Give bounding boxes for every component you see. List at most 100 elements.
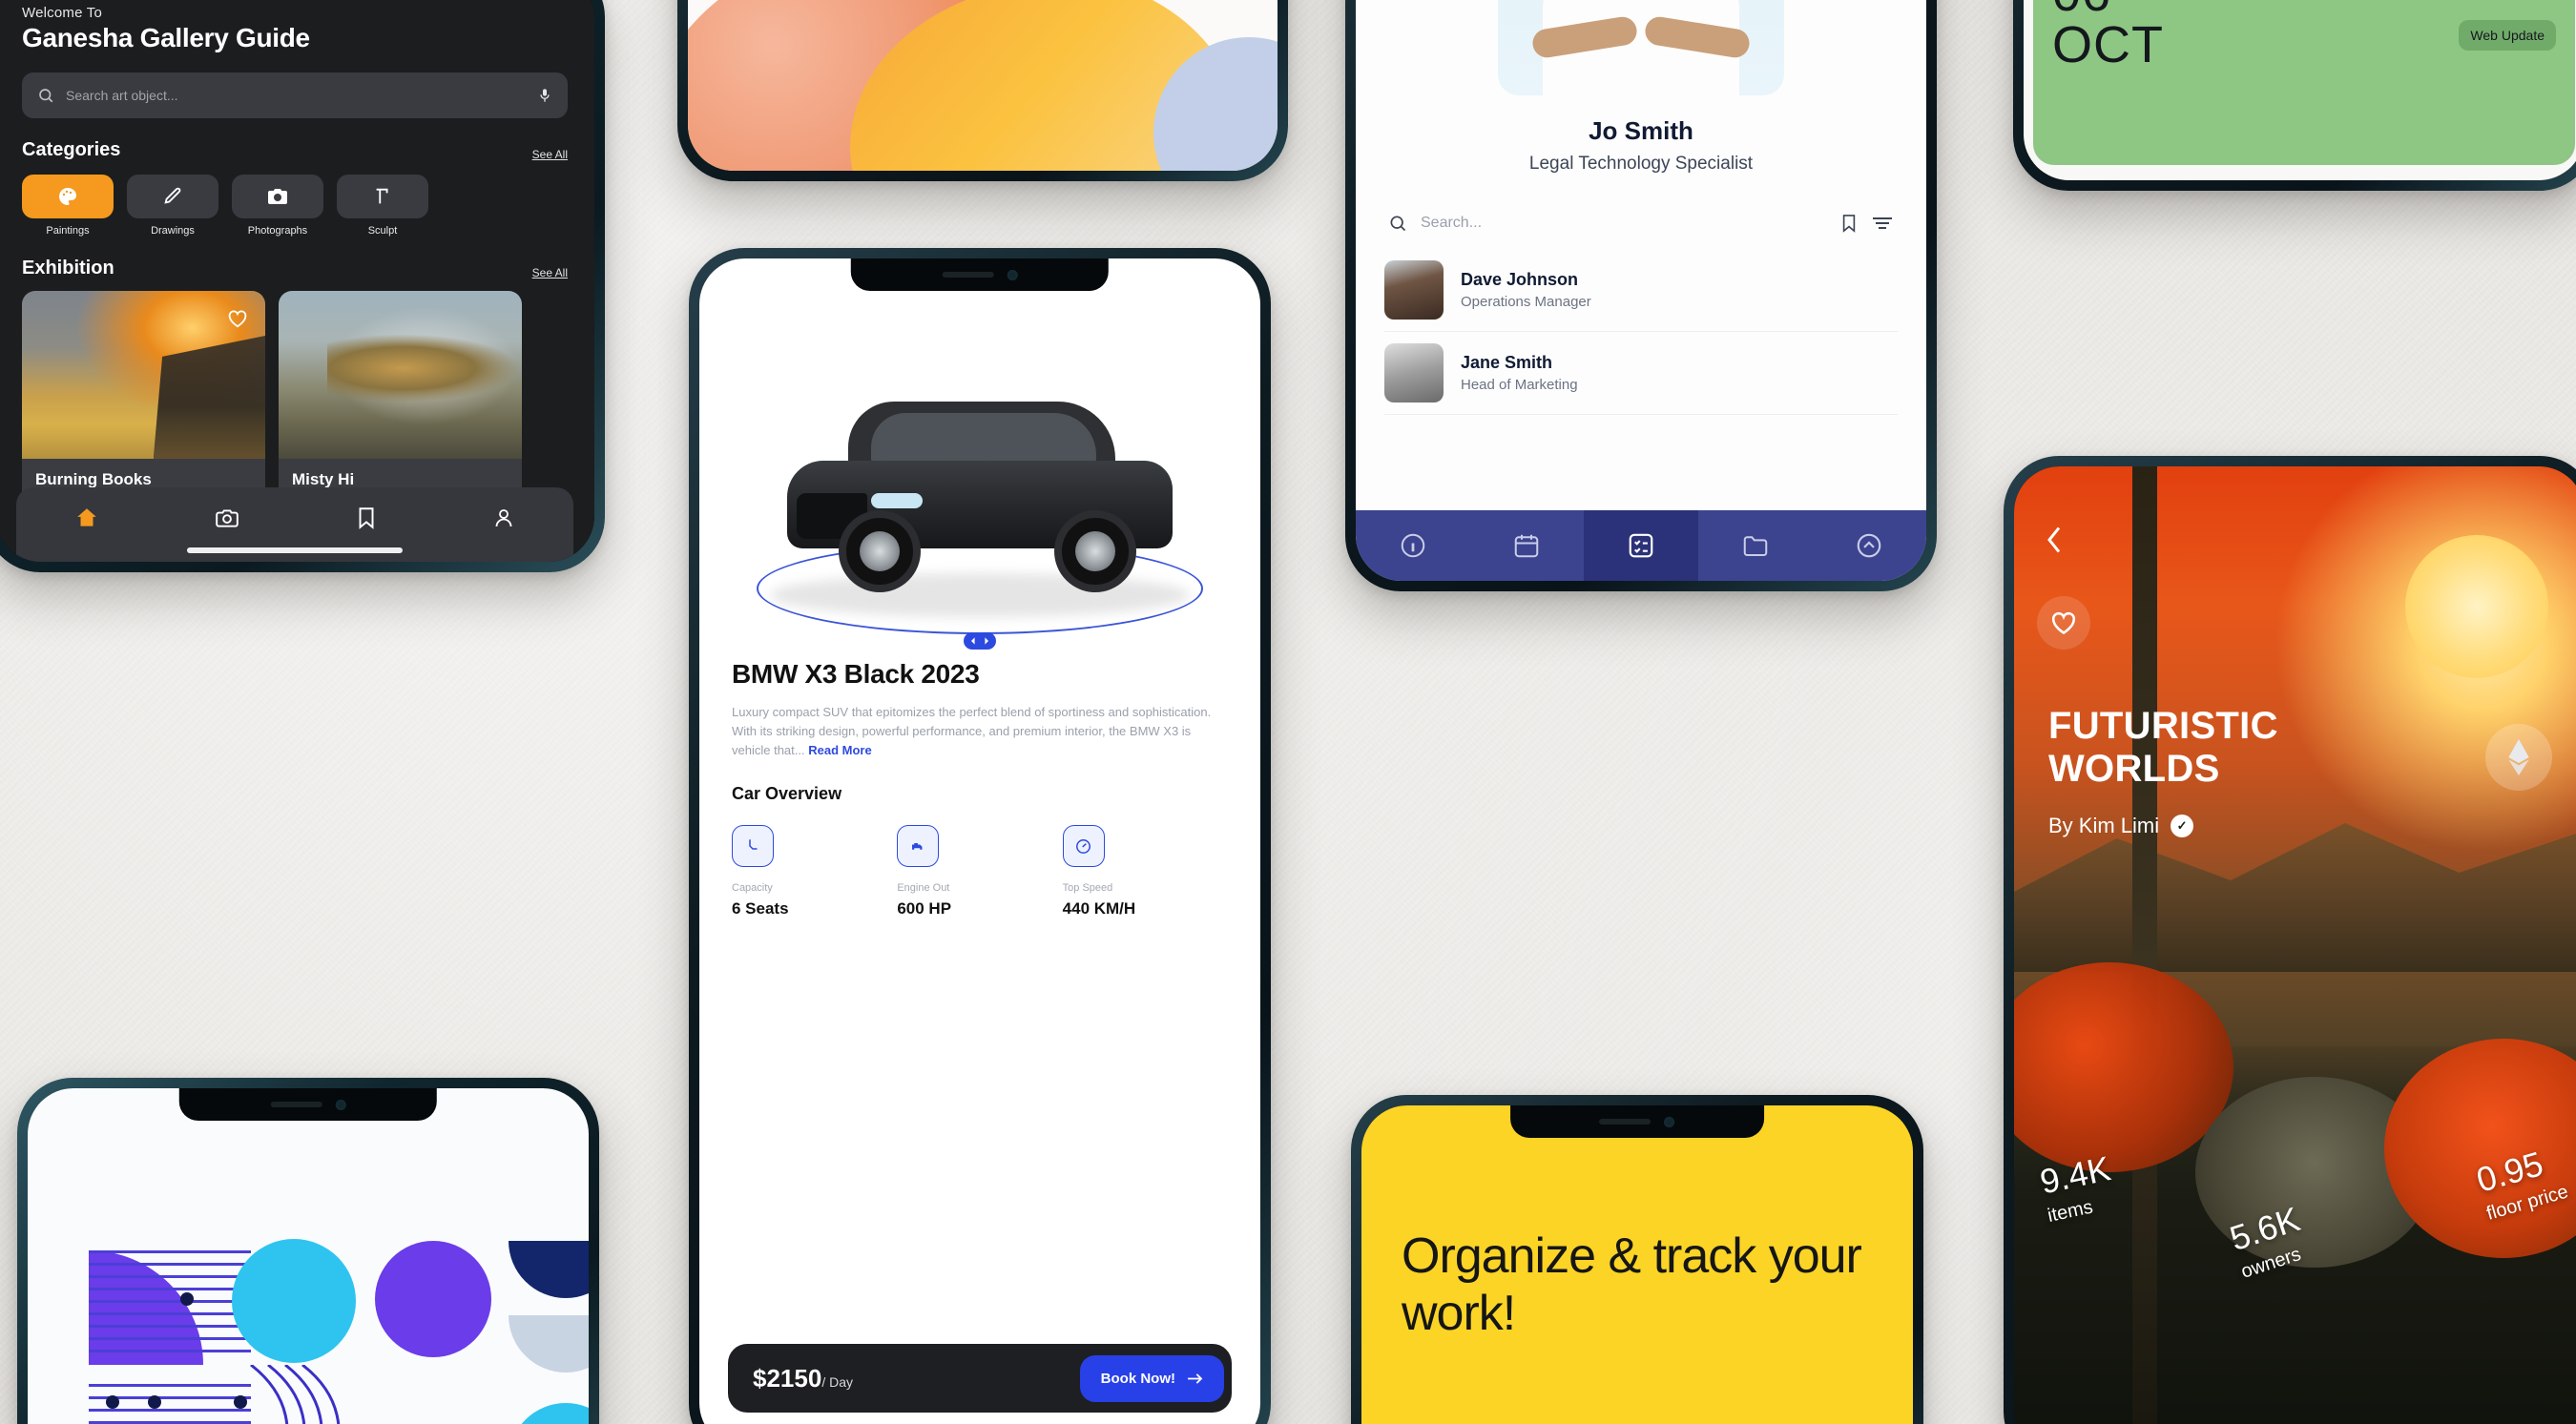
car-info: BMW X3 Black 2023 Luxury compact SUV tha…	[699, 659, 1260, 918]
filter-icon[interactable]	[1871, 215, 1894, 232]
price-block: $2150/ Day	[753, 1364, 853, 1393]
phone-nft-app: FUTURISTIC WORLDS By Kim Limi ✓ 9.4K item…	[2004, 456, 2576, 1424]
circle-cyan	[232, 1239, 356, 1363]
exhibition-heading: Exhibition	[22, 258, 114, 279]
nav-folder[interactable]	[1698, 510, 1813, 581]
verified-badge-icon: ✓	[2171, 815, 2194, 837]
overview-caption: Engine Out	[897, 882, 950, 895]
phone-abstract-art-app	[17, 1078, 599, 1424]
favorite-heart-icon[interactable]	[223, 304, 252, 333]
task-headline: Organize & track your work!	[1402, 1228, 1862, 1342]
car-image	[779, 402, 1180, 592]
featured-speaker-role: Legal Technology Specialist	[1528, 154, 1754, 174]
read-more-link[interactable]: Read More	[808, 743, 871, 757]
phone-calendar-app: OCT Meeting Thursday 06 OCT 2 pm 3 pm 4 …	[2013, 0, 2576, 191]
nav-collapse[interactable]	[1812, 510, 1926, 581]
overview-item-speed: Top Speed 440 KM/H	[1062, 825, 1228, 918]
category-sculptures[interactable]: Sculpt	[337, 175, 428, 237]
overview-value: 6 Seats	[732, 899, 789, 918]
overview-value: 440 KM/H	[1062, 899, 1136, 918]
category-drawings[interactable]: Drawings	[127, 175, 218, 237]
nav-info[interactable]	[1356, 510, 1470, 581]
mockup-collage: Welcome To Ganesha Gallery Guide Categor…	[0, 0, 2576, 1424]
overview-item-capacity: Capacity 6 Seats	[732, 825, 897, 918]
palette-icon	[22, 175, 114, 218]
gallery-screen: Welcome To Ganesha Gallery Guide Categor…	[0, 0, 594, 562]
microphone-icon[interactable]	[537, 86, 552, 105]
speakers-search-placeholder[interactable]: Search...	[1421, 215, 1827, 232]
speakers-list: Dave Johnson Operations Manager Jane Smi…	[1356, 249, 1926, 415]
categories-heading: Categories	[22, 139, 121, 160]
overview-caption: Capacity	[732, 882, 773, 895]
featured-speaker-photo	[1498, 0, 1784, 95]
speakers-screen: Speakers Jo Smith Legal Technology Speci…	[1356, 0, 1926, 581]
list-item[interactable]: Dave Johnson Operations Manager	[1384, 249, 1898, 332]
device-notch	[178, 1088, 438, 1121]
calendar-screen: OCT Meeting Thursday 06 OCT 2 pm 3 pm 4 …	[2024, 0, 2576, 180]
ethereum-icon[interactable]	[2485, 724, 2552, 791]
search-icon[interactable]	[1388, 214, 1407, 233]
book-now-label: Book Now!	[1100, 1370, 1175, 1387]
artwork-thumbnail	[279, 291, 522, 459]
palm-trunk-decoration	[2132, 466, 2157, 1424]
abstract-pattern-screen	[28, 1088, 589, 1424]
engine-icon	[897, 825, 940, 868]
artwork-title: Misty Hi	[292, 470, 355, 488]
search-bar[interactable]	[22, 72, 568, 118]
featured-speaker-name: Jo Smith	[1589, 116, 1693, 145]
phone-onboarding-app: GET STARTED	[677, 0, 1288, 181]
list-item[interactable]: Jane Smith Head of Marketing	[1384, 332, 1898, 415]
category-paintings[interactable]: Paintings	[22, 175, 114, 237]
car-title: BMW X3 Black 2023	[732, 659, 980, 689]
nft-author: By Kim Limi	[2048, 814, 2160, 837]
artwork-title: Burning Books	[35, 470, 152, 488]
category-label: Drawings	[151, 225, 195, 237]
category-label: Photographs	[247, 225, 308, 237]
category-list: Paintings Drawings Photographs Sculpt	[22, 175, 568, 237]
search-input[interactable]	[66, 88, 526, 103]
half-circle-navy	[509, 1241, 589, 1298]
nav-calendar[interactable]	[1470, 510, 1585, 581]
car-overview-list: Capacity 6 Seats Engine Out 600 HP Top S…	[732, 825, 1228, 918]
half-circle-gray	[509, 1315, 589, 1372]
pencil-icon	[127, 175, 218, 218]
price-unit: / Day	[821, 1373, 853, 1390]
chevron-left-icon[interactable]	[2045, 526, 2064, 554]
sculpture-icon	[337, 175, 428, 218]
category-label: Paintings	[46, 225, 90, 237]
car-image-stage	[699, 258, 1260, 659]
person-name: Dave Johnson	[1461, 270, 1579, 289]
bookmark-icon[interactable]	[1840, 213, 1858, 234]
speakers-bottom-nav	[1356, 510, 1926, 581]
exhibition-see-all-link[interactable]: See All	[532, 266, 568, 279]
rotate-handle[interactable]	[964, 632, 996, 650]
tab-camera-icon[interactable]	[215, 506, 239, 530]
car-description-text: Luxury compact SUV that epitomizes the p…	[732, 705, 1212, 757]
nav-checklist[interactable]	[1584, 510, 1698, 581]
overview-value: 600 HP	[897, 899, 952, 918]
price-booking-bar: $2150/ Day Book Now!	[728, 1344, 1232, 1413]
price-amount: $2150	[753, 1363, 822, 1393]
calendar-event[interactable]: Web Update	[2459, 20, 2556, 51]
avatar	[1384, 343, 1444, 402]
calendar-week-card-bottom[interactable]: Thursday 06 OCT 2 pm 3 pm 4 pm Web Updat…	[2033, 0, 2575, 165]
categories-header: Categories See All	[22, 139, 568, 161]
car-detail-screen: BMW X3 Black 2023 Luxury compact SUV tha…	[699, 258, 1260, 1424]
tab-profile-icon[interactable]	[492, 506, 515, 530]
categories-see-all-link[interactable]: See All	[532, 148, 568, 161]
category-label: Sculpt	[367, 225, 398, 237]
person-role: Operations Manager	[1461, 294, 1591, 310]
category-photographs[interactable]: Photographs	[232, 175, 323, 237]
tab-bookmark-icon[interactable]	[356, 506, 377, 530]
wave-lines	[250, 1365, 341, 1424]
phone-gallery-app: Welcome To Ganesha Gallery Guide Categor…	[0, 0, 605, 572]
device-notch	[850, 258, 1110, 291]
phone-task-app: Organize & track your work!	[1351, 1095, 1923, 1424]
artwork-thumbnail	[22, 291, 265, 459]
tab-home-icon[interactable]	[74, 506, 99, 530]
nft-author-row: By Kim Limi ✓	[2048, 814, 2194, 838]
avatar	[1384, 260, 1444, 320]
welcome-label: Welcome To	[22, 5, 102, 21]
heart-icon[interactable]	[2037, 596, 2090, 650]
book-now-button[interactable]: Book Now!	[1079, 1354, 1224, 1402]
